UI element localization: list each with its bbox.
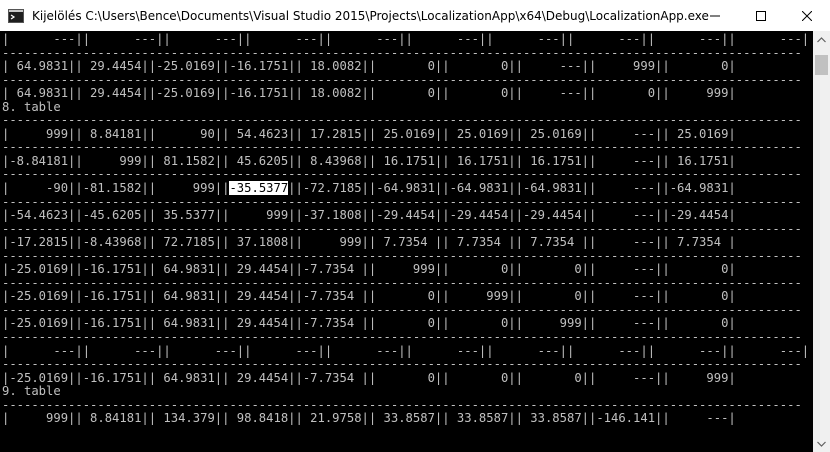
console-line: | 999|| 8.84181|| 90|| 54.4623|| 17.2815… [2, 126, 736, 141]
console-line: |-25.0169||-16.1751|| 64.9831|| 29.4454|… [2, 289, 736, 304]
minimize-button[interactable] [692, 0, 738, 31]
table-heading: 8. table [2, 99, 61, 114]
table-heading: 9. table [2, 384, 61, 399]
maximize-button[interactable] [738, 0, 784, 31]
console-line: ----------------------------------------… [2, 275, 802, 290]
maximize-icon [756, 10, 766, 21]
console-line: | 999|| 8.84181|| 134.379|| 98.8418|| 21… [2, 411, 736, 426]
close-button[interactable] [784, 0, 830, 31]
console-line: |-54.4623||-45.6205|| 35.5377|| 999||-37… [2, 208, 736, 223]
scroll-up-arrow-icon [817, 36, 826, 42]
console-line: ----------------------------------------… [2, 221, 802, 236]
console-line: ----------------------------------------… [2, 397, 802, 412]
window-title: Kijelölés C:\Users\Bence\Documents\Visua… [32, 8, 709, 23]
console-line: ----------------------------------------… [2, 194, 802, 209]
console-line: ----------------------------------------… [2, 357, 802, 372]
console-line: |-25.0169||-16.1751|| 64.9831|| 29.4454|… [2, 370, 736, 385]
scroll-down-arrow-icon [817, 441, 826, 447]
console-line: ----------------------------------------… [2, 167, 802, 182]
selected-text[interactable]: -35.5377 [229, 181, 289, 196]
console-line: |-25.0169||-16.1751|| 64.9831|| 29.4454|… [2, 262, 736, 277]
console-line: ----------------------------------------… [2, 302, 802, 317]
console-app-icon [8, 8, 24, 23]
vertical-scrollbar[interactable] [813, 31, 830, 452]
console-line: ----------------------------------------… [2, 113, 802, 128]
console-line: | -90||-81.1582|| 999||-35.5377||-72.718… [2, 181, 736, 196]
console-line: ----------------------------------------… [2, 330, 802, 345]
console-line: ----------------------------------------… [2, 248, 802, 263]
close-icon [802, 10, 812, 21]
console-line-segment: | -90||-81.1582|| 999|| [2, 181, 230, 196]
console-line: ----------------------------------------… [2, 45, 802, 60]
console-line: |-8.84181|| 999|| 81.1582|| 45.6205|| 8.… [2, 153, 736, 168]
console-line: |-25.0169||-16.1751|| 64.9831|| 29.4454|… [2, 316, 736, 331]
scrollbar-thumb[interactable] [815, 55, 828, 75]
scroll-down-button[interactable] [813, 435, 830, 452]
console-output-area[interactable]: | ---|| ---|| ---|| ---|| ---|| ---|| --… [0, 31, 813, 452]
console-line: | ---|| ---|| ---|| ---|| ---|| ---|| --… [2, 32, 810, 46]
title-bar[interactable]: Kijelölés C:\Users\Bence\Documents\Visua… [0, 0, 830, 31]
console-text: | ---|| ---|| ---|| ---|| ---|| ---|| --… [0, 31, 813, 426]
console-line-segment: ||-72.7185||-64.9831||-64.9831||-64.9831… [288, 181, 736, 196]
console-line: ----------------------------------------… [2, 72, 802, 87]
console-line: | ---|| ---|| ---|| ---|| ---|| ---|| --… [2, 343, 810, 358]
minimize-icon [710, 15, 720, 16]
console-line: ----------------------------------------… [2, 140, 802, 155]
scroll-up-button[interactable] [813, 31, 830, 48]
console-line: | 64.9831|| 29.4454||-25.0169||-16.1751|… [2, 86, 736, 101]
console-window: Kijelölés C:\Users\Bence\Documents\Visua… [0, 0, 830, 452]
console-line: | 64.9831|| 29.4454||-25.0169||-16.1751|… [2, 59, 736, 74]
console-line: |-17.2815||-8.43968|| 72.7185|| 37.1808|… [2, 235, 736, 250]
window-controls [692, 0, 830, 31]
